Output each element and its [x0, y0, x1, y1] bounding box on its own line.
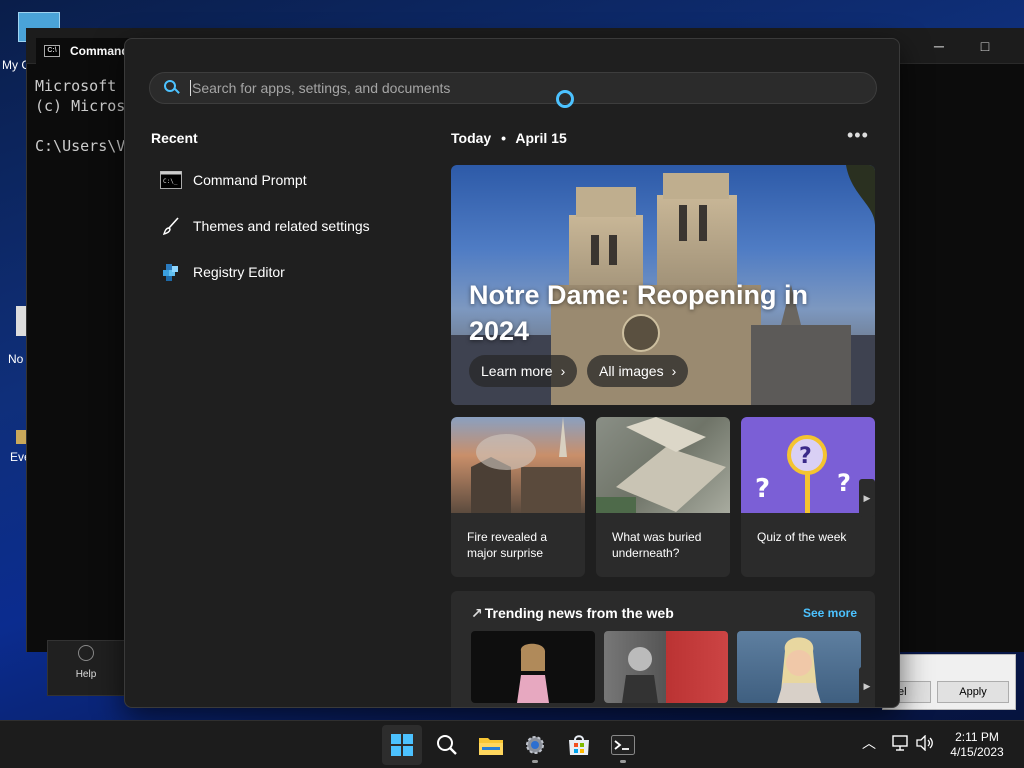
paintbrush-icon: [159, 215, 183, 237]
show-hidden-icons-button[interactable]: ︿: [862, 733, 876, 753]
command-prompt-icon: C:\: [44, 45, 60, 57]
recent-item-label: Command Prompt: [193, 172, 307, 188]
trending-thumb-3[interactable]: [737, 631, 861, 703]
taskbar-search-button[interactable]: [427, 725, 467, 765]
properties-dialog-fragment: el Apply: [882, 654, 1016, 710]
card-caption: What was buried underneath?: [612, 530, 702, 560]
hero-card[interactable]: Notre Dame: Reopening in 2024 Learn more…: [451, 165, 875, 405]
recent-item-label: Registry Editor: [193, 264, 285, 280]
trending-thumb-2[interactable]: [604, 631, 728, 703]
all-images-button[interactable]: All images ›: [587, 355, 689, 387]
settings-icon: [526, 736, 544, 754]
registry-editor-icon: [159, 261, 183, 283]
terminal-tab-label: Command: [70, 44, 129, 58]
svg-text:?: ?: [799, 444, 812, 469]
cards-next-button[interactable]: ▶: [859, 479, 875, 517]
search-icon: [437, 735, 457, 755]
more-options-button[interactable]: •••: [847, 125, 869, 146]
learn-more-button[interactable]: Learn more ›: [469, 355, 578, 387]
help-button[interactable]: Help: [47, 640, 125, 696]
recent-heading: Recent: [151, 130, 198, 146]
quiz-image: ???: [741, 417, 875, 513]
trending-arrow-icon: ↗: [471, 605, 483, 621]
recent-item-registry-editor[interactable]: Registry Editor: [151, 253, 391, 291]
chevron-right-icon: ›: [671, 363, 677, 379]
today-separator: •: [501, 130, 506, 146]
microsoft-store-button[interactable]: [559, 725, 599, 765]
svg-text:?: ?: [837, 469, 851, 497]
apply-button[interactable]: Apply: [937, 681, 1009, 703]
play-right-icon: ▶: [863, 493, 871, 503]
running-indicator: [532, 760, 538, 763]
trending-next-button[interactable]: ▶: [859, 667, 875, 705]
minimize-button[interactable]: ─: [928, 38, 950, 54]
play-right-icon: ▶: [863, 681, 871, 691]
news-card-fire[interactable]: Fire revealed a major surprise: [451, 417, 585, 577]
trending-panel: ↗ Trending news from the web See more: [451, 591, 875, 707]
recent-item-label: Themes and related settings: [193, 218, 370, 234]
trending-thumb-1[interactable]: [471, 631, 595, 703]
trending-title: Trending news from the web: [484, 605, 674, 621]
see-more-link[interactable]: See more: [803, 606, 857, 620]
learn-more-label: Learn more: [481, 363, 553, 379]
recent-item-command-prompt[interactable]: C:\_ Command Prompt: [151, 161, 391, 199]
help-icon: [78, 645, 94, 661]
running-indicator: [620, 760, 626, 763]
aerial-city-image: [596, 417, 730, 513]
svg-text:?: ?: [755, 474, 770, 504]
apply-label: Apply: [959, 686, 987, 698]
start-menu: Recent C:\_ Command Prompt Themes and re…: [124, 38, 900, 708]
start-icon: [391, 734, 413, 756]
maximize-button[interactable]: □: [974, 38, 996, 54]
taskbar: ︿ 2:11 PM 4/15/2023: [0, 720, 1024, 768]
start-button[interactable]: [382, 725, 422, 765]
terminal-button[interactable]: [603, 725, 643, 765]
news-card-buried[interactable]: What was buried underneath?: [596, 417, 730, 577]
clock-time: 2:11 PM: [955, 730, 999, 744]
today-date: April 15: [515, 130, 567, 146]
hero-title: Notre Dame: Reopening in 2024: [469, 280, 809, 346]
loading-spinner-icon: [556, 90, 574, 108]
desktop-icon-label: No: [8, 352, 24, 366]
all-images-label: All images: [599, 363, 664, 379]
svg-text:C:\_: C:\_: [163, 178, 178, 185]
settings-button[interactable]: [515, 725, 555, 765]
terminal-icon: [611, 735, 635, 755]
search-input[interactable]: [190, 80, 830, 96]
microsoft-store-icon: [569, 735, 589, 755]
network-icon[interactable]: [892, 735, 910, 754]
today-header: Today • April 15: [451, 130, 567, 146]
fire-image: [451, 417, 585, 513]
recent-item-themes-settings[interactable]: Themes and related settings: [151, 207, 391, 245]
file-explorer-icon: [479, 738, 503, 755]
news-card-quiz[interactable]: ??? Quiz of the week: [741, 417, 875, 577]
search-box[interactable]: [149, 72, 877, 104]
today-label: Today: [451, 130, 492, 146]
command-prompt-icon: C:\_: [159, 169, 183, 191]
card-caption: Quiz of the week: [757, 530, 847, 544]
search-icon: [164, 80, 180, 96]
clock-date: 4/15/2023: [950, 745, 1004, 759]
volume-icon[interactable]: [916, 734, 934, 754]
card-caption: Fire revealed a major surprise: [467, 530, 548, 560]
chevron-right-icon: ›: [560, 363, 566, 379]
trending-heading: ↗ Trending news from the web: [471, 605, 674, 622]
file-explorer-button[interactable]: [471, 725, 511, 765]
help-label: Help: [75, 669, 97, 680]
clock[interactable]: 2:11 PM 4/15/2023: [944, 730, 1010, 760]
